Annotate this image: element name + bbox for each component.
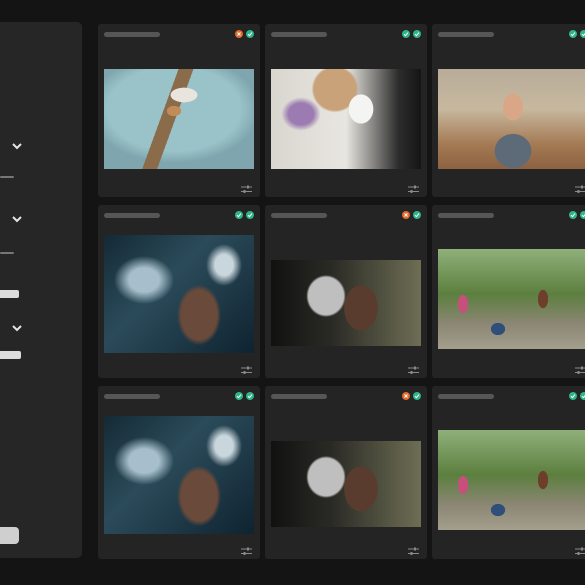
baseball-catcher-image[interactable] — [438, 69, 585, 169]
check-status-icon[interactable] — [246, 211, 254, 219]
image-card[interactable] — [265, 205, 427, 378]
status-indicators — [235, 211, 254, 219]
image-card[interactable] — [432, 24, 585, 197]
adjustments-icon[interactable] — [241, 362, 252, 374]
close-status-icon[interactable] — [235, 30, 243, 38]
card-title-placeholder — [104, 213, 160, 218]
card-title-placeholder — [104, 32, 160, 37]
status-indicators — [569, 392, 585, 400]
check-status-icon[interactable] — [246, 30, 254, 38]
chevron-down-icon[interactable] — [12, 215, 22, 223]
adjustments-icon[interactable] — [575, 543, 585, 555]
check-status-icon[interactable] — [580, 211, 585, 219]
elderly-woman-image[interactable] — [271, 260, 421, 346]
status-indicators — [569, 211, 585, 219]
image-card[interactable] — [98, 24, 260, 197]
card-title-placeholder — [438, 394, 494, 399]
check-status-icon[interactable] — [413, 211, 421, 219]
slider-track[interactable] — [0, 176, 14, 178]
card-title-placeholder — [438, 213, 494, 218]
elderly-woman-image[interactable] — [271, 441, 421, 527]
image-card[interactable] — [98, 205, 260, 378]
adjustments-icon[interactable] — [241, 543, 252, 555]
status-indicators — [402, 392, 421, 400]
close-status-icon[interactable] — [402, 392, 410, 400]
check-status-icon[interactable] — [569, 211, 577, 219]
image-card[interactable] — [265, 24, 427, 197]
check-status-icon[interactable] — [235, 392, 243, 400]
adjustments-icon[interactable] — [408, 181, 419, 193]
status-indicators — [402, 211, 421, 219]
status-indicators — [235, 30, 254, 38]
sidebar-action-button[interactable] — [0, 527, 19, 544]
status-indicators — [569, 30, 585, 38]
check-status-icon[interactable] — [580, 30, 585, 38]
image-card[interactable] — [98, 386, 260, 559]
adjustments-icon[interactable] — [241, 181, 252, 193]
adjustments-icon[interactable] — [408, 543, 419, 555]
check-status-icon[interactable] — [413, 392, 421, 400]
chevron-down-icon[interactable] — [12, 324, 22, 332]
toggle-bar[interactable] — [0, 290, 19, 298]
filter-sidebar — [0, 22, 82, 558]
check-status-icon[interactable] — [235, 211, 243, 219]
card-title-placeholder — [271, 32, 327, 37]
check-status-icon[interactable] — [580, 392, 585, 400]
status-indicators — [235, 392, 254, 400]
check-status-icon[interactable] — [569, 30, 577, 38]
status-indicators — [402, 30, 421, 38]
white-cat-flowers-image[interactable] — [271, 69, 421, 169]
check-status-icon[interactable] — [402, 30, 410, 38]
slider-track[interactable] — [0, 252, 14, 254]
close-status-icon[interactable] — [402, 211, 410, 219]
check-status-icon[interactable] — [569, 392, 577, 400]
image-card[interactable] — [265, 386, 427, 559]
chevron-down-icon[interactable] — [12, 142, 22, 150]
card-title-placeholder — [438, 32, 494, 37]
toggle-bar[interactable] — [0, 351, 21, 359]
ocean-aerial-image[interactable] — [104, 235, 254, 353]
kids-park-image[interactable] — [438, 249, 585, 349]
image-card[interactable] — [432, 386, 585, 559]
check-status-icon[interactable] — [413, 30, 421, 38]
ocean-aerial-image[interactable] — [104, 416, 254, 534]
adjustments-icon[interactable] — [575, 181, 585, 193]
check-status-icon[interactable] — [246, 392, 254, 400]
adjustments-icon[interactable] — [575, 362, 585, 374]
card-title-placeholder — [271, 394, 327, 399]
card-title-placeholder — [271, 213, 327, 218]
card-title-placeholder — [104, 394, 160, 399]
image-card[interactable] — [432, 205, 585, 378]
dog-on-blanket-image[interactable] — [104, 69, 254, 169]
adjustments-icon[interactable] — [408, 362, 419, 374]
kids-park-image[interactable] — [438, 430, 585, 530]
